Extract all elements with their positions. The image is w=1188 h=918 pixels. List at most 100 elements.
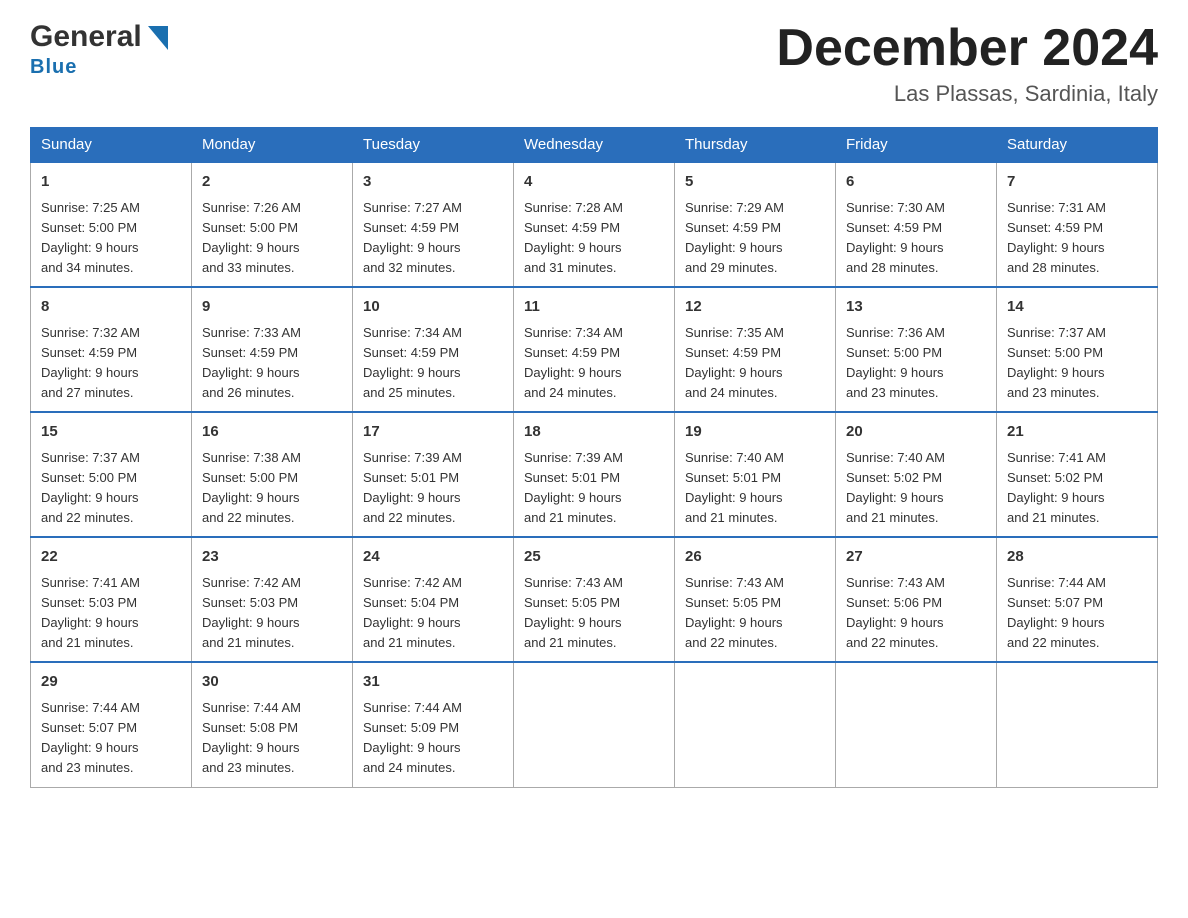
weekday-header-wednesday: Wednesday — [514, 128, 675, 163]
day-info: Sunrise: 7:33 AM Sunset: 4:59 PM Dayligh… — [202, 323, 342, 404]
day-number: 27 — [846, 546, 986, 569]
day-number: 5 — [685, 171, 825, 194]
day-info: Sunrise: 7:26 AM Sunset: 5:00 PM Dayligh… — [202, 198, 342, 279]
day-info: Sunrise: 7:38 AM Sunset: 5:00 PM Dayligh… — [202, 448, 342, 529]
day-info: Sunrise: 7:36 AM Sunset: 5:00 PM Dayligh… — [846, 323, 986, 404]
day-info: Sunrise: 7:44 AM Sunset: 5:07 PM Dayligh… — [41, 698, 181, 779]
week-row-3: 15 Sunrise: 7:37 AM Sunset: 5:00 PM Dayli… — [31, 412, 1158, 537]
calendar-cell: 27 Sunrise: 7:43 AM Sunset: 5:06 PM Dayli… — [836, 537, 997, 662]
calendar-cell: 14 Sunrise: 7:37 AM Sunset: 5:00 PM Dayli… — [997, 287, 1158, 412]
day-info: Sunrise: 7:39 AM Sunset: 5:01 PM Dayligh… — [524, 448, 664, 529]
calendar-cell: 25Sunrise: 7:43 AM Sunset: 5:05 PM Dayli… — [514, 537, 675, 662]
day-number: 15 — [41, 421, 181, 444]
week-row-1: 1 Sunrise: 7:25 AM Sunset: 5:00 PM Daylig… — [31, 162, 1158, 287]
day-number: 9 — [202, 296, 342, 319]
day-info: Sunrise: 7:37 AM Sunset: 5:00 PM Dayligh… — [1007, 323, 1147, 404]
day-info: Sunrise: 7:30 AM Sunset: 4:59 PM Dayligh… — [846, 198, 986, 279]
day-number: 19 — [685, 421, 825, 444]
calendar-cell: 6 Sunrise: 7:30 AM Sunset: 4:59 PM Daylig… — [836, 162, 997, 287]
week-row-4: 22 Sunrise: 7:41 AM Sunset: 5:03 PM Dayli… — [31, 537, 1158, 662]
day-info: Sunrise: 7:43 AM Sunset: 5:05 PM Dayligh… — [524, 573, 664, 654]
day-info: Sunrise: 7:43 AM Sunset: 5:06 PM Dayligh… — [846, 573, 986, 654]
weekday-header-saturday: Saturday — [997, 128, 1158, 163]
day-number: 3 — [363, 171, 503, 194]
day-number: 2 — [202, 171, 342, 194]
day-number: 1 — [41, 171, 181, 194]
day-number: 24 — [363, 546, 503, 569]
day-info: Sunrise: 7:34 AM Sunset: 4:59 PM Dayligh… — [524, 323, 664, 404]
day-info: Sunrise: 7:25 AM Sunset: 5:00 PM Dayligh… — [41, 198, 181, 279]
calendar-cell: 10Sunrise: 7:34 AM Sunset: 4:59 PM Dayli… — [353, 287, 514, 412]
month-title: December 2024 — [776, 20, 1158, 77]
location-subtitle: Las Plassas, Sardinia, Italy — [776, 81, 1158, 107]
day-number: 17 — [363, 421, 503, 444]
calendar-cell: 26 Sunrise: 7:43 AM Sunset: 5:05 PM Dayli… — [675, 537, 836, 662]
day-info: Sunrise: 7:28 AM Sunset: 4:59 PM Dayligh… — [524, 198, 664, 279]
calendar-cell: 9 Sunrise: 7:33 AM Sunset: 4:59 PM Daylig… — [192, 287, 353, 412]
calendar-cell: 8 Sunrise: 7:32 AM Sunset: 4:59 PM Daylig… — [31, 287, 192, 412]
day-info: Sunrise: 7:41 AM Sunset: 5:03 PM Dayligh… — [41, 573, 181, 654]
day-number: 23 — [202, 546, 342, 569]
day-number: 12 — [685, 296, 825, 319]
day-info: Sunrise: 7:37 AM Sunset: 5:00 PM Dayligh… — [41, 448, 181, 529]
logo-blue-text: Blue — [30, 56, 77, 79]
week-row-2: 8 Sunrise: 7:32 AM Sunset: 4:59 PM Daylig… — [31, 287, 1158, 412]
calendar-cell: 20 Sunrise: 7:40 AM Sunset: 5:02 PM Dayli… — [836, 412, 997, 537]
calendar-cell: 13Sunrise: 7:36 AM Sunset: 5:00 PM Dayli… — [836, 287, 997, 412]
calendar-cell: 5Sunrise: 7:29 AM Sunset: 4:59 PM Daylig… — [675, 162, 836, 287]
day-number: 7 — [1007, 171, 1147, 194]
weekday-header-sunday: Sunday — [31, 128, 192, 163]
day-info: Sunrise: 7:43 AM Sunset: 5:05 PM Dayligh… — [685, 573, 825, 654]
calendar-cell: 12Sunrise: 7:35 AM Sunset: 4:59 PM Dayli… — [675, 287, 836, 412]
day-number: 28 — [1007, 546, 1147, 569]
day-info: Sunrise: 7:42 AM Sunset: 5:03 PM Dayligh… — [202, 573, 342, 654]
day-number: 22 — [41, 546, 181, 569]
weekday-header-monday: Monday — [192, 128, 353, 163]
weekday-header-friday: Friday — [836, 128, 997, 163]
day-number: 16 — [202, 421, 342, 444]
day-number: 29 — [41, 671, 181, 694]
logo: General Blue — [30, 20, 172, 79]
day-info: Sunrise: 7:32 AM Sunset: 4:59 PM Dayligh… — [41, 323, 181, 404]
day-number: 31 — [363, 671, 503, 694]
calendar-cell: 18 Sunrise: 7:39 AM Sunset: 5:01 PM Dayli… — [514, 412, 675, 537]
calendar-cell: 24Sunrise: 7:42 AM Sunset: 5:04 PM Dayli… — [353, 537, 514, 662]
calendar-cell: 30Sunrise: 7:44 AM Sunset: 5:08 PM Dayli… — [192, 662, 353, 787]
calendar-cell: 15 Sunrise: 7:37 AM Sunset: 5:00 PM Dayli… — [31, 412, 192, 537]
day-info: Sunrise: 7:27 AM Sunset: 4:59 PM Dayligh… — [363, 198, 503, 279]
calendar-cell — [514, 662, 675, 787]
calendar-cell: 28Sunrise: 7:44 AM Sunset: 5:07 PM Dayli… — [997, 537, 1158, 662]
day-info: Sunrise: 7:41 AM Sunset: 5:02 PM Dayligh… — [1007, 448, 1147, 529]
weekday-header-tuesday: Tuesday — [353, 128, 514, 163]
calendar-cell: 19Sunrise: 7:40 AM Sunset: 5:01 PM Dayli… — [675, 412, 836, 537]
calendar-cell: 31Sunrise: 7:44 AM Sunset: 5:09 PM Dayli… — [353, 662, 514, 787]
title-area: December 2024 Las Plassas, Sardinia, Ita… — [776, 20, 1158, 107]
day-number: 8 — [41, 296, 181, 319]
day-info: Sunrise: 7:39 AM Sunset: 5:01 PM Dayligh… — [363, 448, 503, 529]
day-number: 18 — [524, 421, 664, 444]
calendar-cell: 1 Sunrise: 7:25 AM Sunset: 5:00 PM Daylig… — [31, 162, 192, 287]
day-info: Sunrise: 7:40 AM Sunset: 5:02 PM Dayligh… — [846, 448, 986, 529]
logo-triangle-icon — [144, 22, 172, 54]
calendar-cell: 17 Sunrise: 7:39 AM Sunset: 5:01 PM Dayli… — [353, 412, 514, 537]
day-number: 6 — [846, 171, 986, 194]
day-number: 21 — [1007, 421, 1147, 444]
calendar-cell — [836, 662, 997, 787]
calendar-cell — [675, 662, 836, 787]
calendar-cell — [997, 662, 1158, 787]
calendar-cell: 29 Sunrise: 7:44 AM Sunset: 5:07 PM Dayli… — [31, 662, 192, 787]
calendar-cell: 23 Sunrise: 7:42 AM Sunset: 5:03 PM Dayli… — [192, 537, 353, 662]
calendar-table: SundayMondayTuesdayWednesdayThursdayFrid… — [30, 127, 1158, 787]
day-number: 30 — [202, 671, 342, 694]
calendar-cell: 16 Sunrise: 7:38 AM Sunset: 5:00 PM Dayli… — [192, 412, 353, 537]
logo-general-text: General — [30, 20, 142, 54]
calendar-cell: 7 Sunrise: 7:31 AM Sunset: 4:59 PM Daylig… — [997, 162, 1158, 287]
calendar-cell: 2 Sunrise: 7:26 AM Sunset: 5:00 PM Daylig… — [192, 162, 353, 287]
day-number: 20 — [846, 421, 986, 444]
day-info: Sunrise: 7:31 AM Sunset: 4:59 PM Dayligh… — [1007, 198, 1147, 279]
weekday-header-row: SundayMondayTuesdayWednesdayThursdayFrid… — [31, 128, 1158, 163]
calendar-cell: 22 Sunrise: 7:41 AM Sunset: 5:03 PM Dayli… — [31, 537, 192, 662]
day-number: 26 — [685, 546, 825, 569]
page-header: General Blue December 2024 Las Plassas, … — [30, 20, 1158, 107]
day-number: 14 — [1007, 296, 1147, 319]
